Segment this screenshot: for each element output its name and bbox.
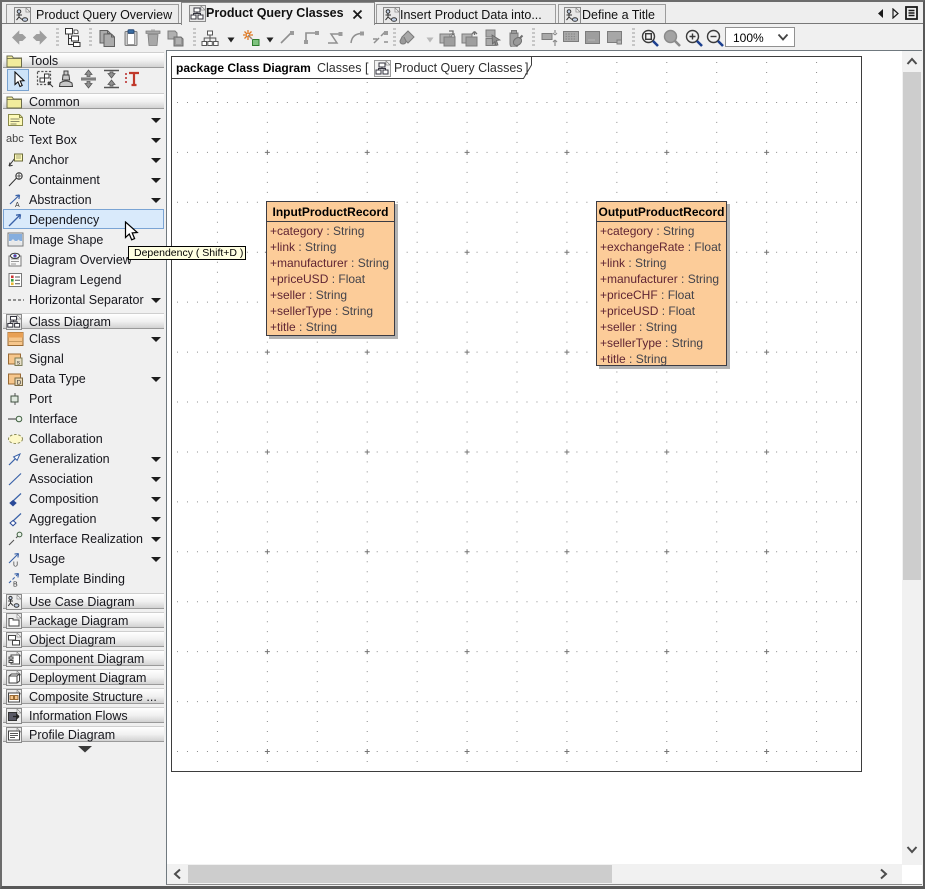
svg-text:U: U: [13, 562, 18, 568]
svg-text:D: D: [17, 380, 22, 387]
svg-text:B: B: [13, 582, 18, 588]
svg-text:A: A: [15, 202, 20, 208]
